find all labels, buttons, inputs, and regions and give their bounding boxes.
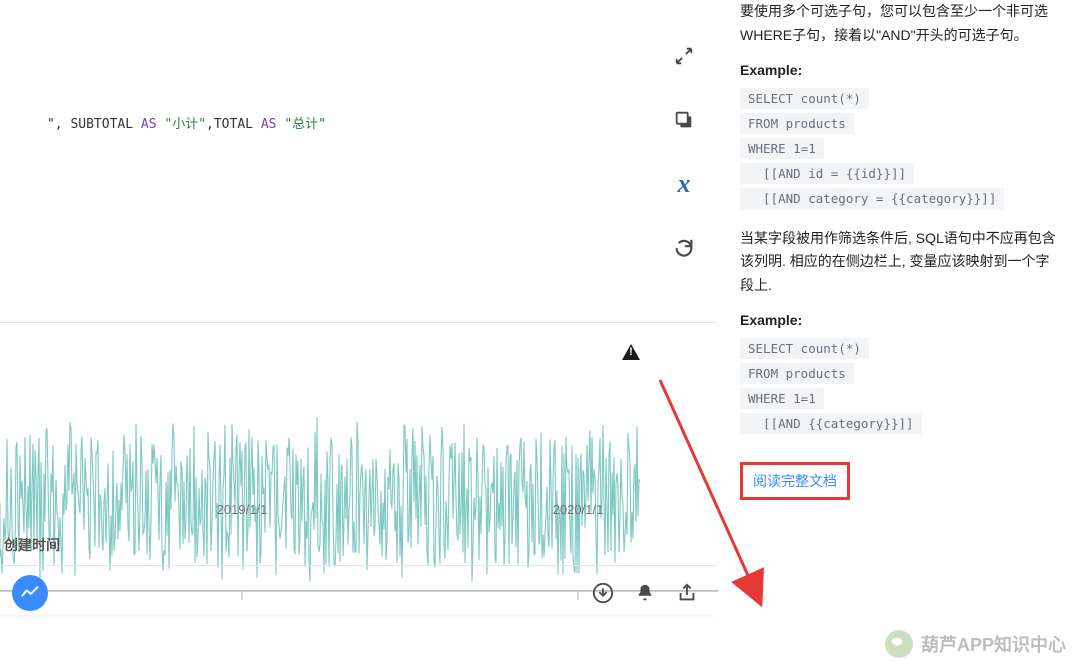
example-label: Example: [740,312,1058,328]
wechat-icon [885,630,913,658]
download-icon[interactable] [592,582,614,604]
copy-icon[interactable] [666,102,702,138]
read-full-doc-link[interactable]: 阅读完整文档 [740,462,850,500]
visualization-button[interactable] [12,575,48,611]
bell-icon[interactable] [634,582,656,604]
x-tick-label: 2020/1/1 [553,502,604,517]
chart-bottom-bar [0,565,718,619]
sql-editor-fragment[interactable]: ", SUBTOTAL AS "小计",TOTAL AS "总计" [0,98,326,147]
help-paragraph: 要使用多个可选子句，您可以包含至少一个非可选WHERE子句，接着以"AND"开头… [740,0,1058,48]
x-axis-label-wrap: 创建时间 [0,535,718,555]
code-example-1: SELECT count(*)FROM productsWHERE 1=1 [[… [740,88,1058,213]
help-sidebar: 要使用多个可选子句，您可以包含至少一个非可选WHERE子句，接着以"AND"开头… [718,0,1080,636]
help-paragraph: 当某字段被用作筛选条件后, SQL语句中不应再包含该列明. 相应的在侧边栏上, … [740,227,1058,298]
refresh-icon[interactable] [666,230,702,266]
share-icon[interactable] [676,582,698,604]
watermark: 葫芦APP知识中心 [885,630,1066,658]
main-panel: ", SUBTOTAL AS "小计",TOTAL AS "总计" x [0,0,718,619]
example-label: Example: [740,62,1058,78]
x-axis-ticks: 2019/1/1 2020/1/1 [0,502,718,522]
x-tick-label: 2019/1/1 [217,502,268,517]
x-axis-label: 创建时间 [0,535,718,555]
warning-icon[interactable] [622,344,640,360]
editor-toolbar: x [666,38,702,266]
code-example-2: SELECT count(*)FROM productsWHERE 1=1 [[… [740,338,1058,438]
collapse-icon[interactable] [666,38,702,74]
variable-icon[interactable]: x [666,166,702,202]
